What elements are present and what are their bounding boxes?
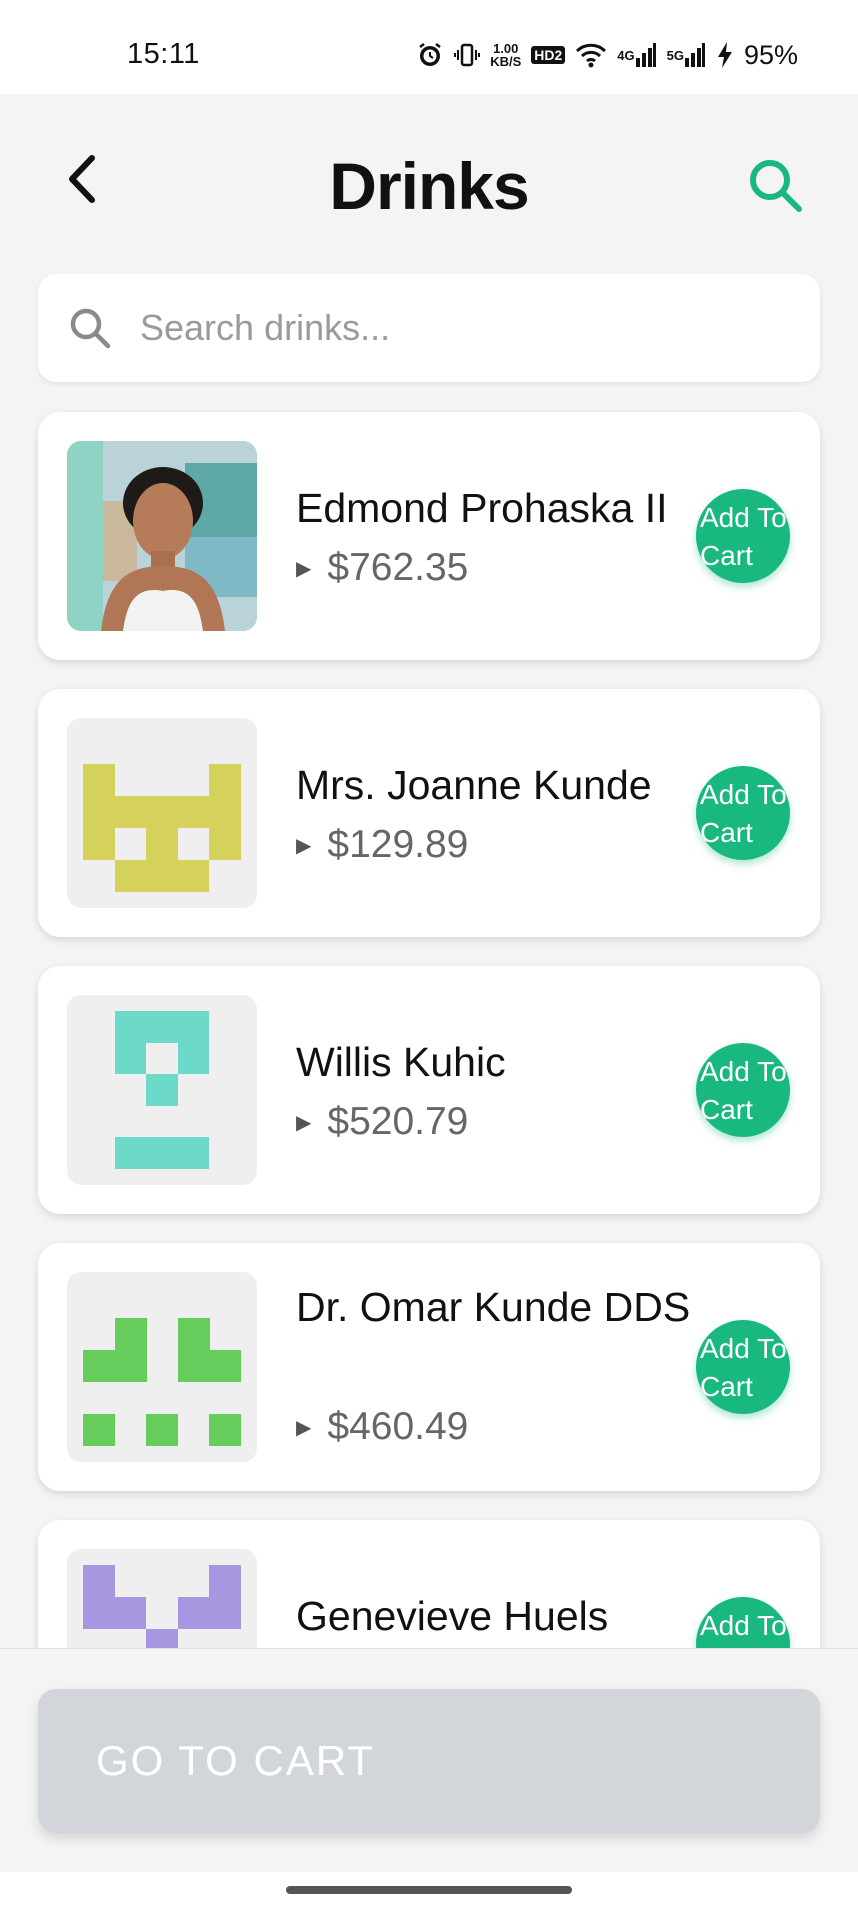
item-name: Genevieve Huels (296, 1593, 609, 1639)
add-to-cart-button[interactable]: Add To Cart (696, 1043, 790, 1137)
play-icon: ▶ (296, 834, 312, 857)
identicon-avatar (67, 1549, 257, 1648)
item-price: ▶ $460.49 (296, 1405, 469, 1448)
app-header: Drinks (0, 94, 858, 274)
play-icon: ▶ (296, 1111, 312, 1134)
item-price: ▶ $762.35 (296, 546, 469, 589)
page-title: Drinks (329, 149, 529, 223)
identicon-avatar (67, 718, 257, 908)
list-item[interactable]: Mrs. Joanne Kunde ▶ $129.89 Add To Cart (38, 689, 820, 937)
signal-5g-icon: 5G (667, 42, 706, 68)
list-item[interactable]: Genevieve Huels ▶ Add To Cart (38, 1520, 820, 1648)
add-to-cart-button[interactable]: Add To Cart (696, 1597, 790, 1648)
list-item[interactable]: Willis Kuhic ▶ $520.79 Add To Cart (38, 966, 820, 1214)
alarm-icon (416, 41, 444, 69)
list-item[interactable]: Edmond Prohaska II ▶ $762.35 Add To Cart (38, 412, 820, 660)
signal-4g-icon: 4G (617, 42, 656, 68)
drink-list[interactable]: Edmond Prohaska II ▶ $762.35 Add To Cart… (0, 400, 858, 1648)
identicon-avatar (67, 1272, 257, 1462)
vibrate-icon (454, 41, 481, 69)
add-to-cart-button[interactable]: Add To Cart (696, 1320, 790, 1414)
status-icons: 1.00 KB/S HD2 4G 5G 95% (416, 38, 798, 72)
item-name: Mrs. Joanne Kunde (296, 762, 652, 808)
hd-badge: HD2 (531, 46, 566, 64)
item-name: Dr. Omar Kunde DDS (296, 1284, 691, 1330)
wifi-icon (575, 42, 607, 68)
search-icon (750, 160, 802, 212)
net-speed: 1.00 KB/S (490, 41, 522, 69)
identicon-avatar (67, 995, 257, 1185)
add-to-cart-button[interactable]: Add To Cart (696, 489, 790, 583)
item-price: ▶ $520.79 (296, 1100, 469, 1143)
play-icon: ▶ (296, 1416, 312, 1439)
charging-icon (716, 41, 734, 69)
status-time: 15:11 (127, 38, 200, 70)
battery-percent: 95% (743, 39, 798, 70)
go-to-cart-button[interactable]: GO TO CART (38, 1689, 820, 1833)
add-to-cart-button[interactable]: Add To Cart (696, 766, 790, 860)
bottom-bar: GO TO CART (0, 1648, 858, 1872)
search-input[interactable] (140, 307, 760, 349)
product-photo (67, 441, 257, 631)
item-name: Willis Kuhic (296, 1039, 506, 1085)
play-icon: ▶ (296, 557, 312, 580)
status-bar: 15:11 1.00 KB/S HD2 4G 5G 95% (0, 0, 858, 94)
item-price: ▶ $129.89 (296, 823, 469, 866)
list-item[interactable]: Dr. Omar Kunde DDS ▶ $460.49 Add To Cart (38, 1243, 820, 1491)
system-nav-bar (0, 1872, 858, 1908)
home-indicator[interactable] (286, 1886, 572, 1894)
search-icon (70, 308, 111, 349)
search-bar[interactable] (38, 274, 820, 382)
search-button[interactable] (746, 156, 806, 216)
item-name: Edmond Prohaska II (296, 485, 668, 531)
